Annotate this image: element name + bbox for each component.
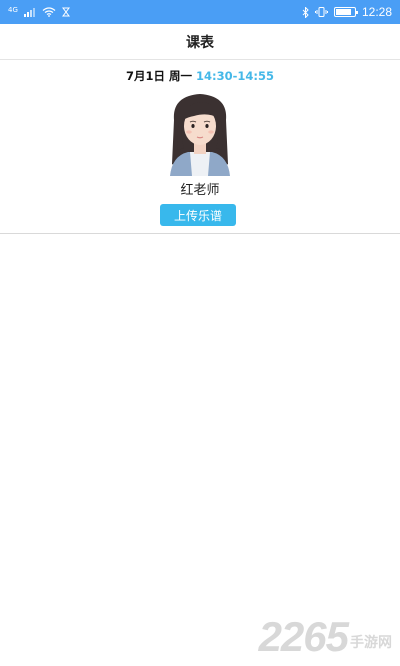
- status-bar: 4G 12:28: [0, 0, 400, 24]
- header: 课表: [0, 24, 400, 60]
- signal-icon: [23, 8, 35, 17]
- lesson-card[interactable]: 7月1日 周一 14:30-14:55 红老师 上传乐谱: [0, 60, 400, 234]
- teacher-avatar: [170, 94, 230, 176]
- status-left: 4G: [8, 5, 70, 17]
- teacher-name: 红老师: [180, 183, 220, 198]
- clock: 12:28: [361, 5, 392, 19]
- lesson-time: 7月1日 周一 14:30-14:55: [0, 68, 400, 84]
- status-right: 12:28: [302, 5, 392, 19]
- battery-icon: [333, 7, 358, 17]
- watermark: 2265 手游网: [259, 616, 392, 658]
- bluetooth-icon: [302, 6, 309, 18]
- lesson-date: 7月1日 周一: [125, 69, 192, 83]
- vibrate-icon: [314, 7, 328, 17]
- battery-fill: [335, 9, 352, 15]
- watermark-number: 2265: [258, 613, 349, 660]
- network-label: 4G: [8, 5, 18, 14]
- download-icon: [61, 7, 70, 17]
- page-title: 课表: [186, 34, 214, 51]
- wifi-icon: [42, 7, 56, 17]
- upload-sheet-music-button[interactable]: 上传乐谱: [160, 204, 236, 226]
- watermark-text: 手游网: [350, 635, 392, 651]
- lesson-time-range: 14:30-14:55: [196, 69, 274, 83]
